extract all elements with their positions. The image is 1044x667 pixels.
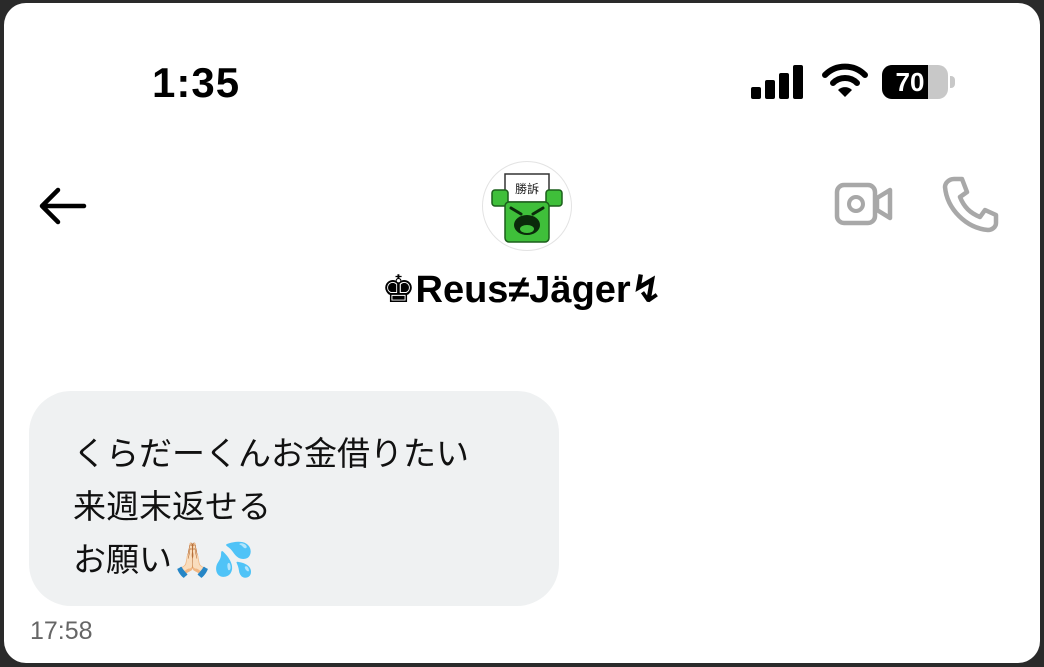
contact-avatar[interactable]: 勝訴 [482, 161, 572, 251]
avatar-character-icon: 勝訴 [491, 173, 563, 243]
contact-name[interactable]: ♚Reus≠Jäger↯ [4, 267, 1040, 312]
chat-screen: 1:35 70 勝訴 ♚Reus≠Jäger↯ くらだーくんお金借りたい 来週末… [4, 3, 1040, 663]
battery-indicator: 70 [882, 65, 956, 99]
incoming-message-bubble[interactable]: くらだーくんお金借りたい 来週末返せる お願い🙏🏻💦 [29, 391, 559, 606]
back-arrow-icon[interactable] [34, 183, 92, 229]
battery-nub [950, 76, 955, 88]
status-time: 1:35 [152, 59, 241, 106]
video-call-icon[interactable] [834, 179, 894, 229]
battery-body: 70 [882, 65, 948, 99]
avatar-sign-text: 勝訴 [515, 181, 539, 196]
message-text-line: くらだーくんお金借りたい [73, 434, 469, 473]
message-timestamp: 17:58 [30, 617, 93, 645]
cellular-signal-icon [751, 65, 803, 99]
message-text-line: お願い🙏🏻💦 [73, 540, 255, 579]
battery-percent: 70 [895, 67, 925, 97]
wifi-icon [822, 63, 868, 97]
message-text-line: 来週末返せる [73, 487, 271, 526]
phone-call-icon[interactable] [940, 175, 1000, 233]
